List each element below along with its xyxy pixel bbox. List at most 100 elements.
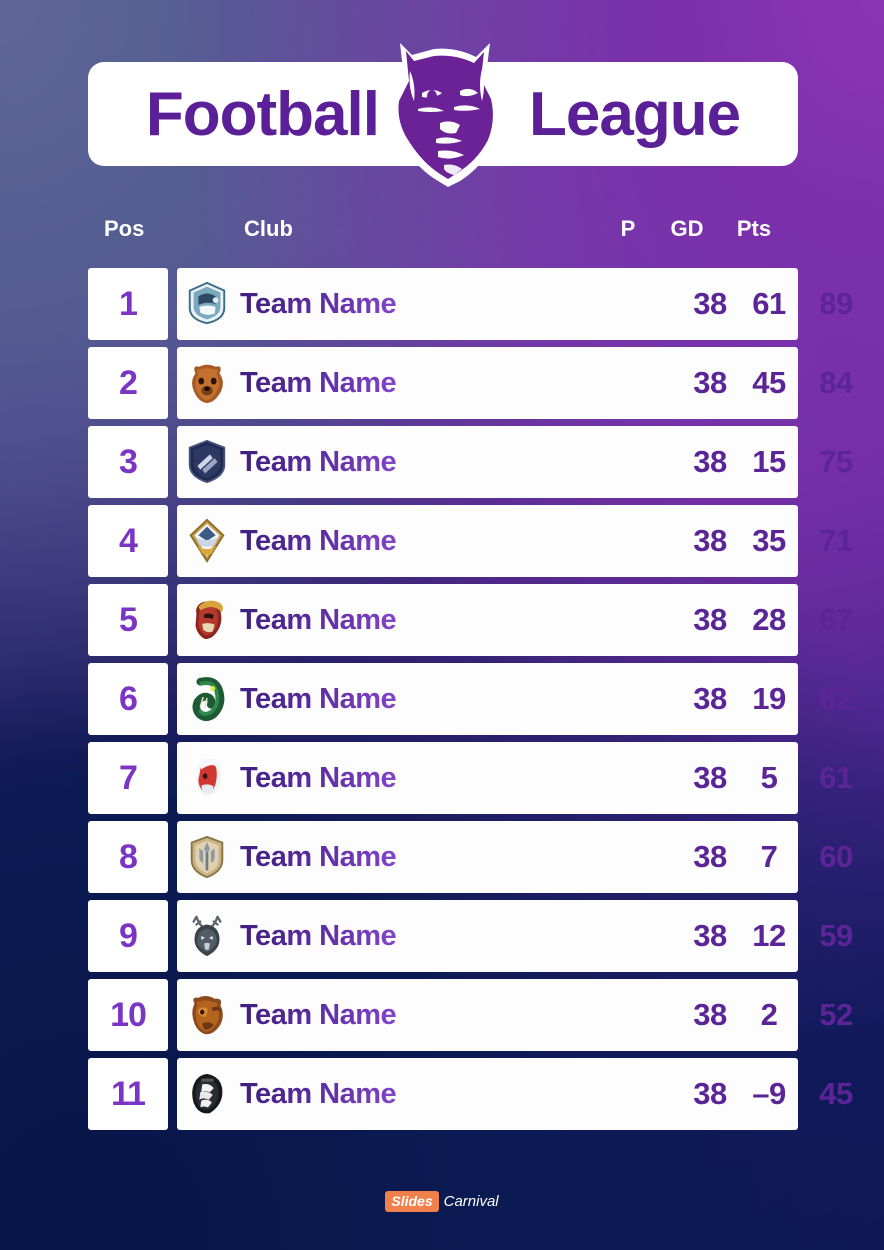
position-value: 2 [119, 363, 138, 402]
stat-goal-diff: 12 [752, 918, 786, 953]
table-row[interactable]: 7 Team Name 38 5 61 [88, 742, 853, 814]
table-row[interactable]: 2 Team Name 38 45 84 [88, 347, 853, 419]
stat-played: 38 [693, 1076, 727, 1111]
stat-played: 38 [693, 365, 727, 400]
carnival-brand-name: Carnival [443, 1193, 499, 1210]
club-row-cell: Team Name 38 61 89 [177, 268, 853, 340]
team-name-label: Team Name [240, 366, 397, 399]
stat-goal-diff: 19 [752, 681, 786, 716]
column-header-club: Club [244, 216, 293, 241]
stat-played: 38 [693, 760, 727, 795]
position-cell: 3 [88, 426, 168, 498]
stat-goal-diff: 7 [760, 839, 778, 874]
club-row-cell: Team Name 38 28 67 [177, 584, 853, 656]
table-row[interactable]: 4 Team Name 38 35 71 [88, 505, 853, 577]
stat-goal-diff: 45 [752, 365, 786, 400]
stat-goal-diff: 15 [752, 444, 786, 479]
stat-points: 67 [819, 602, 853, 637]
eagle-diamond-crest-icon [189, 518, 225, 563]
column-header-gd: GD [670, 216, 704, 241]
club-row-cell: Team Name 38 7 60 [177, 821, 853, 893]
slides-brand-mark: Slides [385, 1191, 439, 1212]
stat-points: 62 [819, 681, 853, 716]
club-row-cell: Team Name 38 35 71 [177, 505, 853, 577]
position-cell: 2 [88, 347, 168, 419]
stat-played: 38 [693, 523, 727, 558]
position-cell: 8 [88, 821, 168, 893]
position-value: 3 [119, 442, 138, 481]
stat-played: 38 [693, 444, 727, 479]
position-cell: 5 [88, 584, 168, 656]
club-row-cell: Team Name 38 15 75 [177, 426, 853, 498]
team-name-label: Team Name [240, 998, 397, 1031]
team-name-label: Team Name [240, 682, 397, 715]
title-bar: Football League [88, 43, 798, 187]
team-name-label: Team Name [240, 761, 397, 794]
position-value: 10 [110, 995, 147, 1034]
table-row[interactable]: 11 Team Name 38 –9 45 [88, 1058, 853, 1130]
position-cell: 7 [88, 742, 168, 814]
position-cell: 6 [88, 663, 168, 735]
horse-head-crest-icon [192, 1073, 223, 1114]
bison-head-crest-icon [192, 996, 223, 1035]
club-row-cell: Team Name 38 19 62 [177, 663, 853, 735]
stat-points: 52 [819, 997, 853, 1032]
team-name-label: Team Name [240, 1077, 397, 1110]
position-cell: 9 [88, 900, 168, 972]
stat-played: 38 [693, 997, 727, 1032]
team-name-label: Team Name [240, 287, 397, 320]
stat-goal-diff: 35 [752, 523, 786, 558]
club-row-cell: Team Name 38 2 52 [177, 979, 853, 1051]
table-row[interactable]: 6 Team Name 38 19 62 [88, 663, 853, 735]
league-table: 1 Team Name 38 61 89 2 Team Name 38 45 84 3 Team Na… [88, 268, 853, 1137]
navy-shield-crest-icon [188, 439, 226, 484]
stat-points: 84 [819, 365, 853, 400]
position-cell: 1 [88, 268, 168, 340]
team-name-label: Team Name [240, 919, 397, 952]
table-row[interactable]: 10 Team Name 38 2 52 [88, 979, 853, 1051]
team-name-label: Team Name [240, 603, 397, 636]
position-cell: 11 [88, 1058, 168, 1130]
stat-points: 59 [819, 918, 853, 953]
wolf-head-icon [391, 43, 501, 187]
team-name-label: Team Name [240, 840, 397, 873]
stat-goal-diff: 5 [760, 760, 778, 795]
bear-head-crest-icon [192, 364, 223, 404]
club-row-cell: Team Name 38 5 61 [177, 742, 853, 814]
table-header-row: Pos Club P GD Pts [88, 216, 798, 256]
title-word-football: Football [145, 79, 380, 149]
table-row[interactable]: 1 Team Name 38 61 89 [88, 268, 853, 340]
footer-watermark: Slides Carnival [0, 1191, 884, 1212]
stat-played: 38 [693, 286, 727, 321]
table-row[interactable]: 5 Team Name 38 28 67 [88, 584, 853, 656]
stat-played: 38 [693, 602, 727, 637]
stat-played: 38 [693, 839, 727, 874]
club-row-cell: Team Name 38 12 59 [177, 900, 853, 972]
spartan-helmet-crest-icon [195, 600, 223, 640]
stat-goal-diff: 61 [752, 286, 786, 321]
table-row[interactable]: 9 Team Name 38 12 59 [88, 900, 853, 972]
position-value: 6 [119, 679, 138, 718]
stat-points: 75 [819, 444, 853, 479]
position-value: 9 [119, 916, 138, 955]
stat-played: 38 [693, 681, 727, 716]
position-value: 11 [111, 1074, 146, 1113]
position-value: 1 [119, 284, 138, 323]
title-word-league: League [529, 79, 741, 149]
stat-points: 71 [819, 523, 853, 558]
column-header-pos: Pos [104, 216, 145, 241]
warrior-helmet-crest-icon [196, 758, 222, 796]
position-value: 4 [119, 521, 138, 560]
column-header-pts: Pts [736, 216, 772, 241]
position-cell: 4 [88, 505, 168, 577]
stat-points: 60 [819, 839, 853, 874]
table-row[interactable]: 3 Team Name 38 15 75 [88, 426, 853, 498]
club-row-cell: Team Name 38 –9 45 [177, 1058, 853, 1130]
stat-points: 61 [819, 760, 853, 795]
table-row[interactable]: 8 Team Name 38 7 60 [88, 821, 853, 893]
position-value: 7 [119, 758, 138, 797]
club-row-cell: Team Name 38 45 84 [177, 347, 853, 419]
trident-shield-crest-icon [190, 835, 224, 879]
position-cell: 10 [88, 979, 168, 1051]
stat-goal-diff: 2 [760, 997, 778, 1032]
